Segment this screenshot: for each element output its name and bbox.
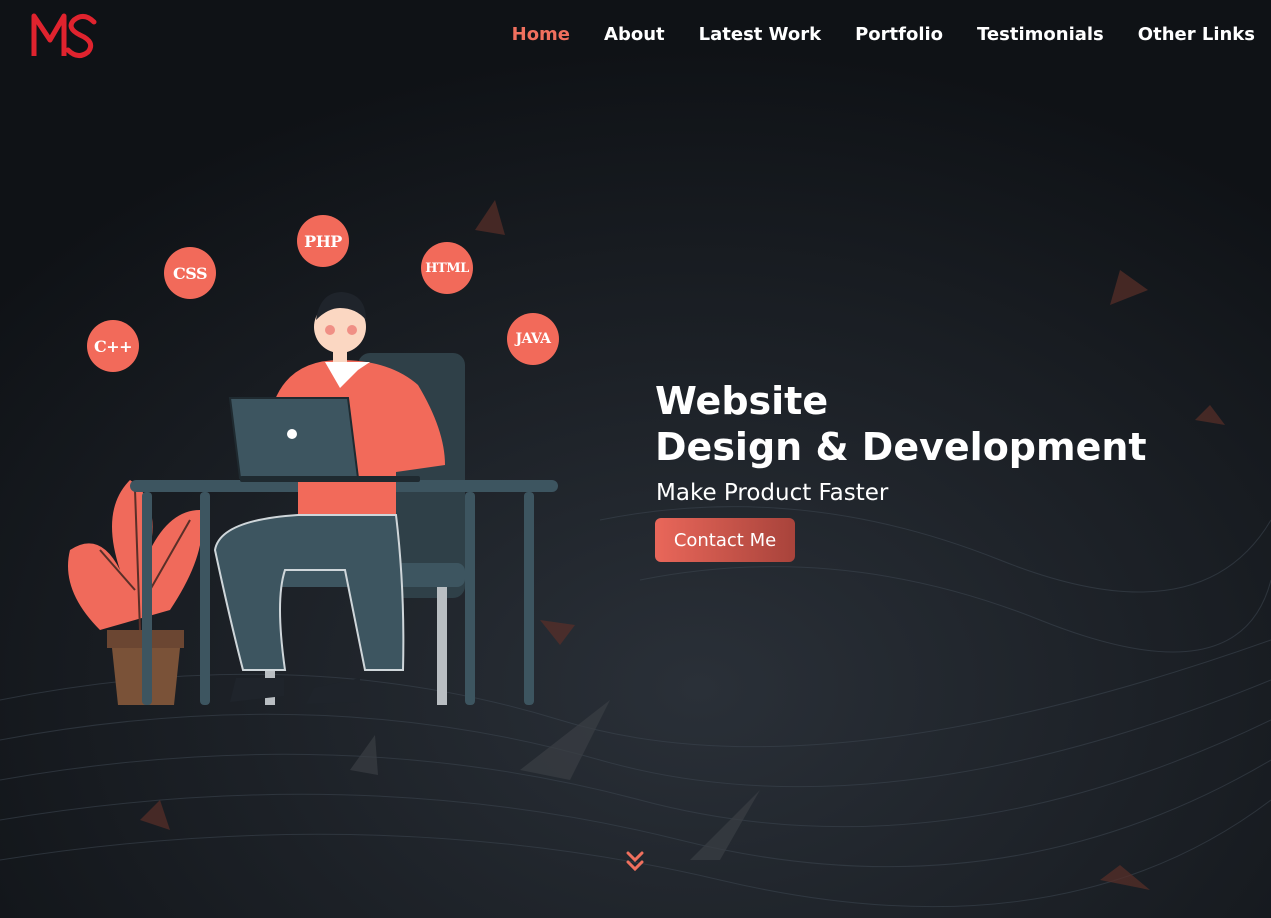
main-nav: Home About Latest Work Portfolio Testimo…	[478, 22, 1255, 48]
developer-illustration	[68, 292, 558, 705]
double-chevron-down-icon[interactable]	[624, 850, 646, 874]
nav-home[interactable]: Home	[512, 22, 570, 48]
plant-icon	[68, 480, 202, 705]
nav-about[interactable]: About	[604, 22, 665, 48]
nav-testimonials[interactable]: Testimonials	[977, 22, 1104, 48]
nav-latest-work[interactable]: Latest Work	[699, 22, 821, 48]
hero-title-line2: Design & Development	[655, 425, 1147, 469]
hero-title-line1: Website	[655, 379, 829, 423]
hero-tagline: Make Product Faster	[656, 480, 889, 506]
hero-title: Website Design & Development	[655, 378, 1147, 470]
nav-portfolio[interactable]: Portfolio	[855, 22, 943, 48]
nav-other-links[interactable]: Other Links	[1138, 22, 1255, 48]
ms-logo[interactable]	[30, 10, 102, 60]
contact-me-button[interactable]: Contact Me	[655, 518, 795, 562]
